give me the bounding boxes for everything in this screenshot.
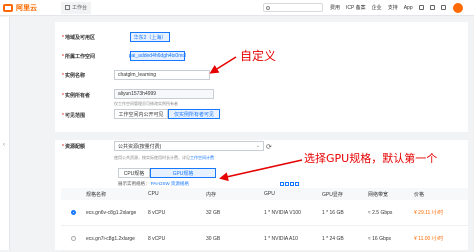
spec-price: ¥ 11.00 /小时 bbox=[414, 236, 444, 242]
tab-cpu-spec-label: CPU规格 bbox=[123, 170, 145, 177]
spec-doc-link[interactable]: PAI-DSW 资源规格 bbox=[151, 181, 189, 186]
table-row[interactable]: ecs.gn6v-c8g1.2xlarge 8 vCPU 32 GB 1 * N… bbox=[61, 200, 468, 226]
spec-name: ecs.gn7i-c8g1.2xlarge bbox=[86, 235, 135, 242]
table-header: 规格名称 CPU 内存 GPU GPU显存 网络带宽 价格 bbox=[61, 188, 468, 200]
spec-gpu-memory: 1 * 24 GB bbox=[322, 235, 344, 242]
header-spec-name: 规格名称 bbox=[86, 191, 107, 198]
table-row[interactable]: ecs.gn7i-c8g1.2xlarge 8 vCPU 30 GB 1 * N… bbox=[61, 226, 468, 252]
spec-memory: 32 GB bbox=[206, 209, 221, 216]
spec-bandwidth: ≈ 16 Gbps bbox=[368, 235, 392, 242]
gpu-spec-table: 规格名称 CPU 内存 GPU GPU显存 网络带宽 价格 ecs.gn6v-c… bbox=[61, 188, 468, 252]
tab-gpu-spec-label: GPU规格 bbox=[172, 170, 194, 177]
header-gpu: GPU bbox=[264, 191, 275, 197]
spec-bandwidth: ≈ 2.5 Gbps bbox=[368, 209, 393, 216]
header-gpu-memory: GPU显存 bbox=[322, 191, 343, 198]
header-cpu: CPU bbox=[148, 191, 159, 197]
spec-cpu: 8 vCPU bbox=[148, 209, 166, 216]
row-radio[interactable] bbox=[71, 236, 76, 241]
spec-price: ¥ 29.11 /小时 bbox=[414, 210, 444, 216]
tab-cpu-spec[interactable]: CPU规格 bbox=[118, 168, 150, 178]
tab-gpu-spec[interactable]: GPU规格 bbox=[150, 168, 216, 178]
filter-label: 展示实例规格： bbox=[118, 181, 150, 186]
spec-gpu: 1 * NVIDIA V100 bbox=[264, 209, 301, 216]
resource-helper: 使用公共资源，按实际使用时长计费，详见工作空间计费 bbox=[114, 155, 214, 160]
header-price: 价格 bbox=[414, 191, 425, 198]
annotation-gpu-text: 选择GPU规格，默认第一个 bbox=[304, 152, 438, 165]
annotation-custom-text: 自定义 bbox=[240, 49, 277, 63]
header-bandwidth: 网络带宽 bbox=[368, 191, 389, 198]
refresh-icon[interactable]: ⟳ bbox=[266, 143, 272, 151]
spec-filter-bar: 展示实例规格： PAI-DSW 资源规格 bbox=[118, 181, 300, 187]
annotation-arrow-gpu bbox=[219, 159, 303, 182]
row-radio-selected[interactable] bbox=[71, 210, 76, 215]
spec-name: ecs.gn6v-c8g1.2xlarge bbox=[86, 209, 137, 216]
resource-select[interactable]: 公共资源(按量付费) ⌄ bbox=[114, 141, 264, 151]
spec-gpu-memory: 1 * 16 GB bbox=[322, 209, 344, 216]
chevron-down-icon: ⌄ bbox=[255, 143, 260, 149]
annotation-arrow-custom bbox=[209, 56, 237, 74]
header-memory: 内存 bbox=[206, 191, 217, 198]
spec-cpu: 8 vCPU bbox=[148, 235, 166, 242]
billing-link[interactable]: 工作空间计费 bbox=[190, 155, 214, 160]
filter-checkboxes bbox=[280, 181, 300, 186]
resource-value: 公共资源(按量付费) bbox=[118, 143, 162, 150]
spec-gpu: 1 * NVIDIA A10 bbox=[264, 235, 298, 242]
spec-memory: 30 GB bbox=[206, 235, 221, 242]
resource-label: *资源配额 bbox=[62, 144, 85, 150]
